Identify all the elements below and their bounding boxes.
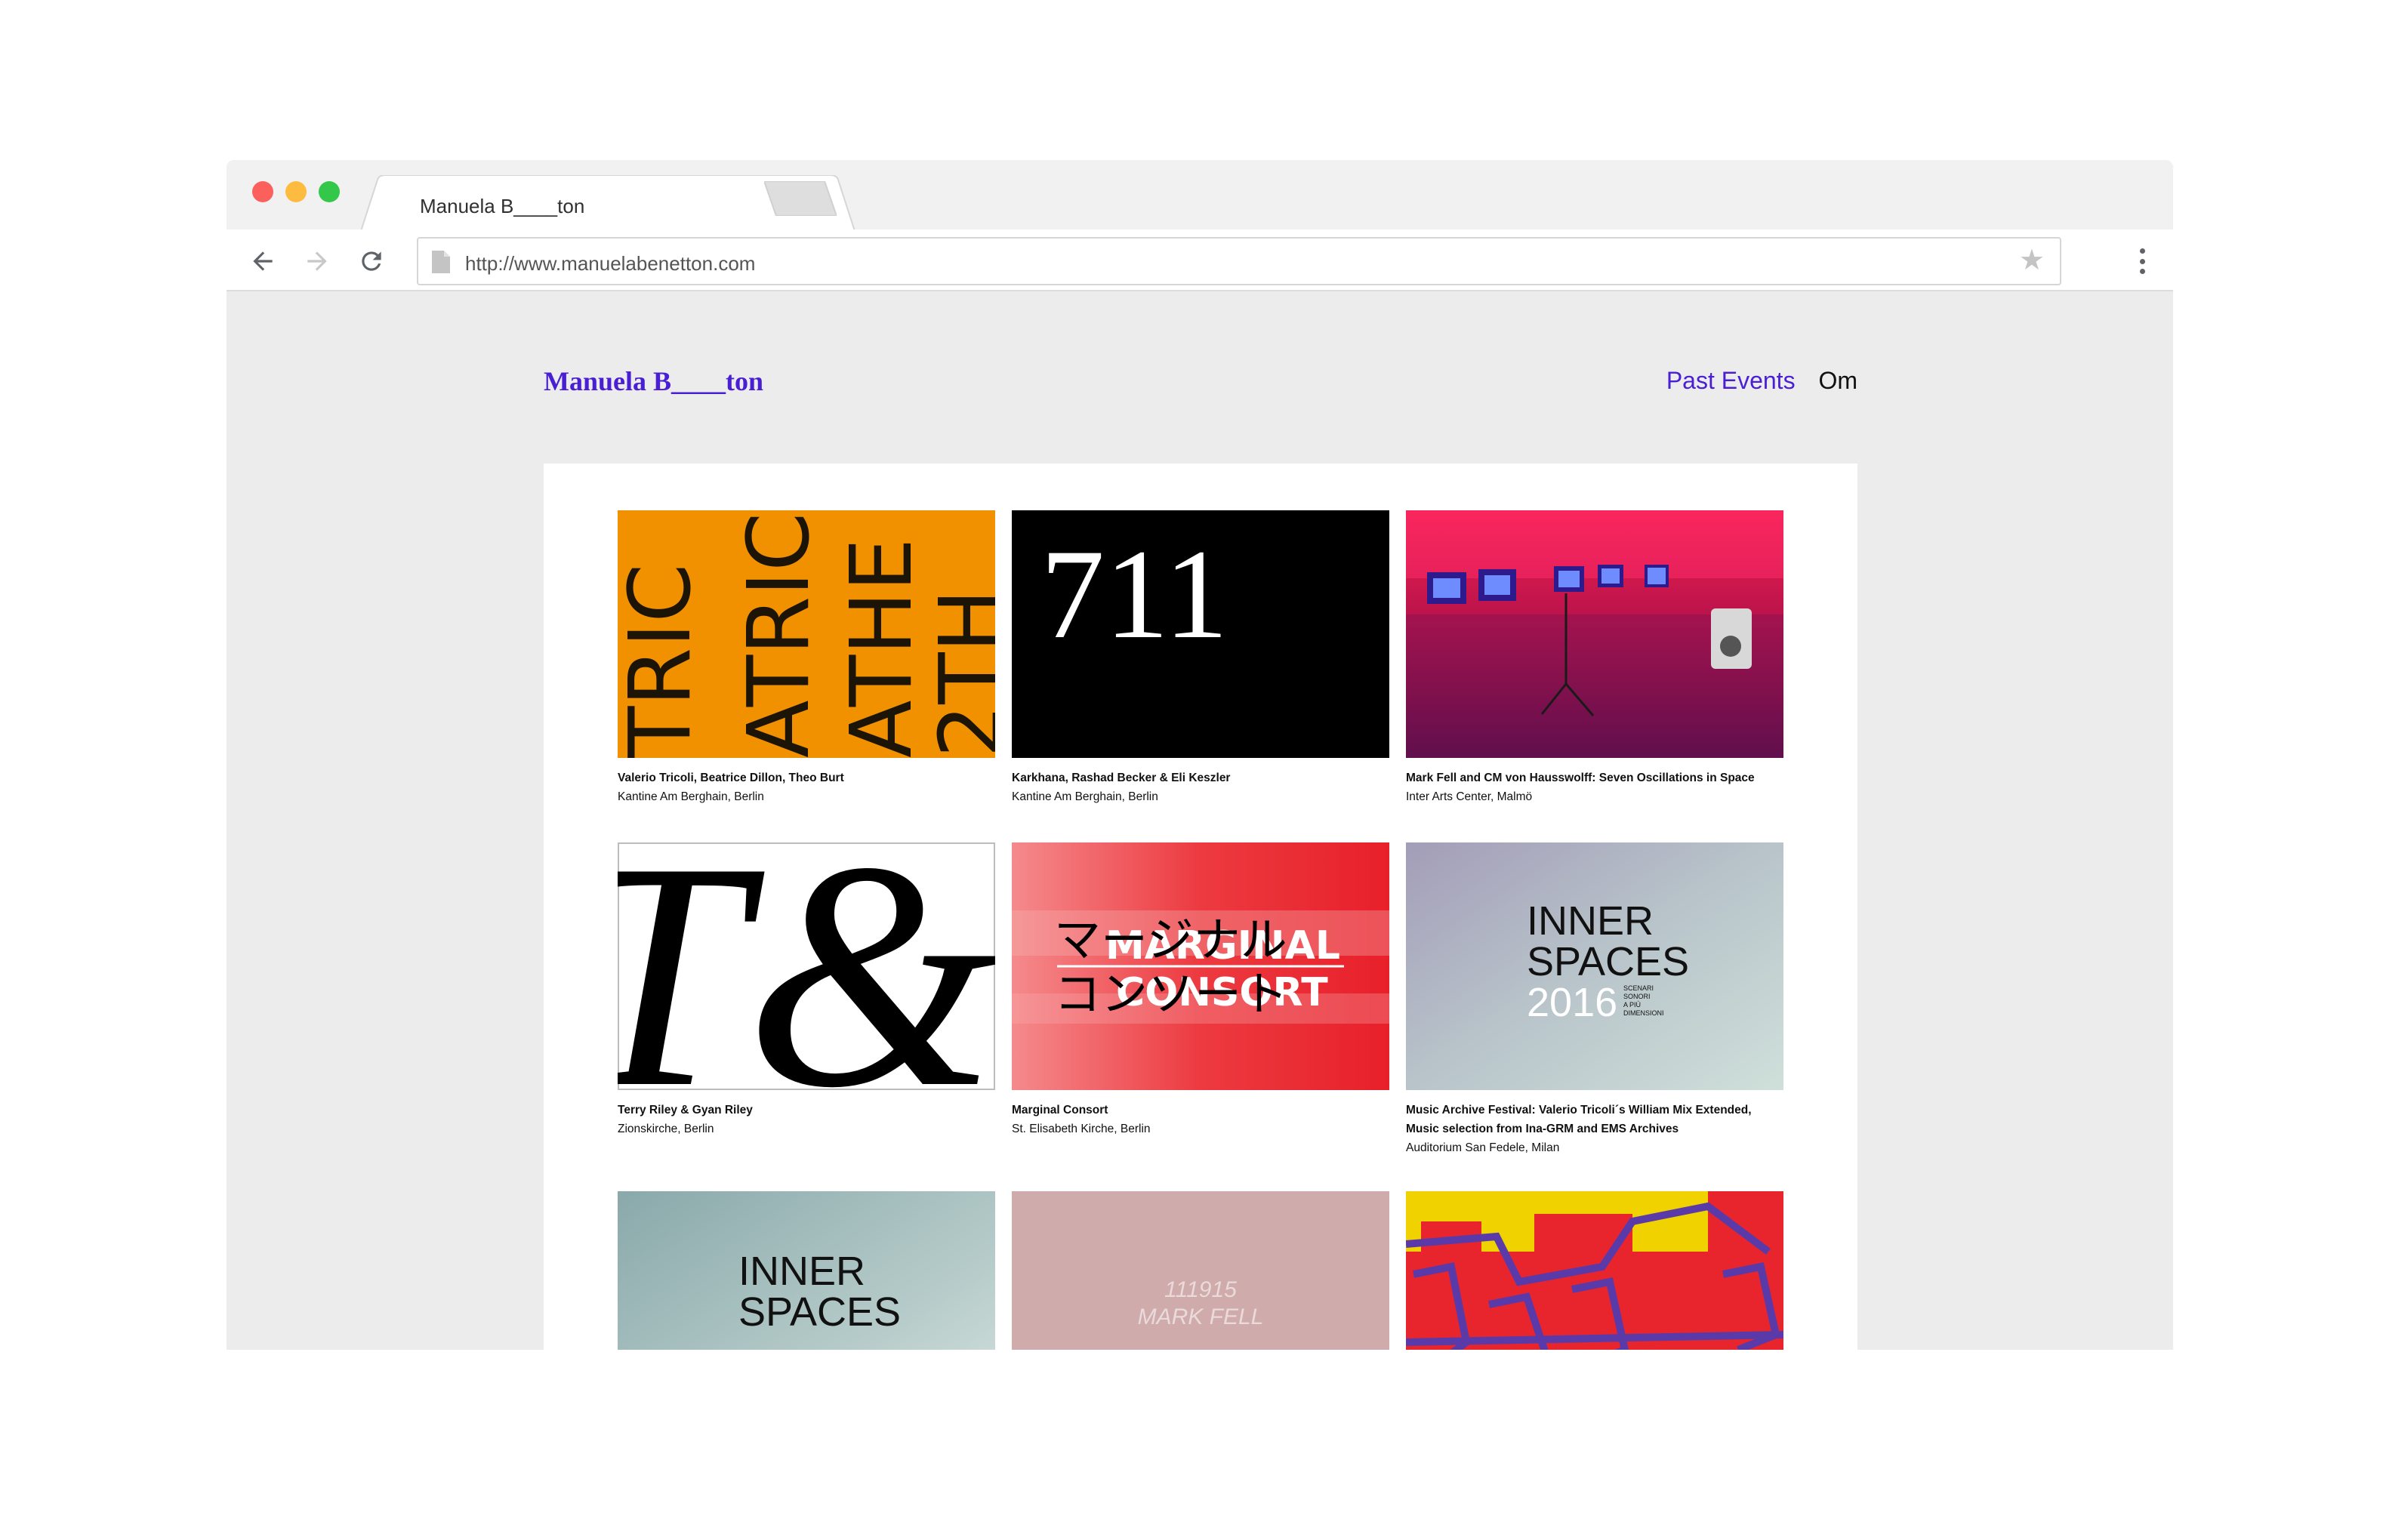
event-caption: Terry Riley & Gyan Riley Zionskirche, Be… <box>618 1101 995 1138</box>
arrow-right-icon <box>307 251 327 271</box>
tab-title: Manuela B____ton <box>420 195 585 217</box>
artwork-number: 711 <box>1040 523 1228 665</box>
close-window-button[interactable] <box>252 181 273 202</box>
event-card[interactable]: Mark Fell and CM von Hausswolff: Seven O… <box>1406 510 1783 806</box>
event-title[interactable]: Valerio Tricoli, Beatrice Dillon, Theo B… <box>618 768 995 787</box>
event-venue: Zionskirche, Berlin <box>618 1123 714 1135</box>
artwork-word: SPACES <box>738 1289 901 1335</box>
event-thumbnail[interactable] <box>1406 510 1783 758</box>
page-viewport: Manuela B____ton Past Events Om TRIC ATR… <box>227 293 2173 1350</box>
bookmark-star-icon[interactable]: ★ <box>2019 246 2045 275</box>
event-card[interactable]: INNER SPACES 2016 SCENARI SONORI A PIÙ D… <box>1406 842 1783 1157</box>
artwork-subtitle: SONORI <box>1623 993 1651 1000</box>
event-artwork: TRIC ATRIC ATHE 2TH <box>618 510 995 758</box>
event-thumbnail[interactable] <box>1406 1191 1783 1350</box>
artwork-word: 2TH <box>922 589 995 758</box>
artwork-japanese: マージナル <box>1054 912 1287 967</box>
event-caption: Valerio Tricoli, Beatrice Dillon, Theo B… <box>618 768 995 806</box>
event-card[interactable]: TRIC ATRIC ATHE 2TH Valerio Tricoli, Bea… <box>618 510 995 806</box>
event-artwork: INNER SPACES <box>618 1191 995 1350</box>
artwork-date: 111915 <box>1164 1277 1237 1302</box>
nav-past-events[interactable]: Past Events <box>1666 367 1796 394</box>
event-card[interactable]: 111915 MARK FELL <box>1012 1191 1389 1350</box>
artwork-name: MARK FELL <box>1138 1304 1264 1329</box>
event-artwork: 111915 MARK FELL <box>1012 1191 1389 1350</box>
event-venue: Kantine Am Berghain, Berlin <box>618 790 764 803</box>
event-caption: Mark Fell and CM von Hausswolff: Seven O… <box>1406 768 1783 806</box>
event-card[interactable] <box>1406 1191 1783 1350</box>
event-card[interactable]: T& Terry Riley & Gyan Riley Zionskirche,… <box>618 842 995 1138</box>
event-venue: Kantine Am Berghain, Berlin <box>1012 790 1158 803</box>
event-card[interactable]: INNER SPACES <box>618 1191 995 1350</box>
artwork-year: 2016 <box>1527 980 1617 1025</box>
event-thumbnail[interactable]: INNER SPACES 2016 SCENARI SONORI A PIÙ D… <box>1406 842 1783 1090</box>
event-card[interactable]: MARGINAL CONSORT マージナル コンソート Marginal Co… <box>1012 842 1389 1138</box>
event-artwork: 711 <box>1012 510 1389 758</box>
event-thumbnail[interactable]: TRIC ATRIC ATHE 2TH <box>618 510 995 758</box>
active-tab[interactable]: Manuela B____ton × <box>361 175 977 231</box>
event-thumbnail[interactable]: 111915 MARK FELL <box>1012 1191 1389 1350</box>
tab-strip: Manuela B____ton × <box>227 160 2173 231</box>
event-title[interactable]: Music Archive Festival: Valerio Tricoli´… <box>1406 1101 1783 1120</box>
browser-window: Manuela B____ton × http://www.manuelaben… <box>227 160 2173 1350</box>
site-nav: Past Events Om <box>1666 367 1857 395</box>
address-bar[interactable]: http://www.manuelabenetton.com ★ <box>417 237 2061 285</box>
artwork-word: ATHE <box>833 538 931 758</box>
event-thumbnail[interactable]: T& <box>618 842 995 1090</box>
event-photo <box>1406 510 1783 758</box>
event-title[interactable]: Mark Fell and CM von Hausswolff: Seven O… <box>1406 768 1783 787</box>
artwork-subtitle: SCENARI <box>1623 984 1654 992</box>
back-button[interactable] <box>246 245 279 278</box>
minimize-window-button[interactable] <box>285 181 307 202</box>
forward-button[interactable] <box>301 245 334 278</box>
reload-button[interactable] <box>355 245 388 278</box>
maximize-window-button[interactable] <box>319 181 340 202</box>
event-artwork: T& <box>618 842 995 1090</box>
artwork-word: INNER <box>1527 898 1654 944</box>
browser-toolbar: http://www.manuelabenetton.com ★ <box>227 229 2173 291</box>
arrow-left-icon <box>253 251 273 271</box>
event-caption: Karkhana, Rashad Becker & Eli Keszler Ka… <box>1012 768 1389 806</box>
event-artwork: INNER SPACES 2016 SCENARI SONORI A PIÙ D… <box>1406 842 1783 1090</box>
artwork-subtitle: DIMENSIONI <box>1623 1009 1664 1017</box>
event-card[interactable]: 711 Karkhana, Rashad Becker & Eli Keszle… <box>1012 510 1389 806</box>
artwork-word: SPACES <box>1527 939 1689 984</box>
event-thumbnail[interactable]: MARGINAL CONSORT マージナル コンソート <box>1012 842 1389 1090</box>
artwork-ampersand: T& <box>618 842 995 1090</box>
new-tab-button[interactable] <box>764 181 837 216</box>
artwork-subtitle: A PIÙ <box>1623 1001 1641 1009</box>
event-title[interactable]: Karkhana, Rashad Becker & Eli Keszler <box>1012 768 1389 787</box>
event-title[interactable]: Marginal Consort <box>1012 1101 1389 1120</box>
event-title[interactable]: Terry Riley & Gyan Riley <box>618 1101 995 1120</box>
site-logo[interactable]: Manuela B____ton <box>544 365 763 397</box>
event-venue: Auditorium San Fedele, Milan <box>1406 1141 1560 1154</box>
events-grid: TRIC ATRIC ATHE 2TH Valerio Tricoli, Bea… <box>544 464 1857 1350</box>
nav-om[interactable]: Om <box>1818 367 1857 394</box>
event-thumbnail[interactable]: INNER SPACES <box>618 1191 995 1350</box>
artwork-word: INNER <box>738 1249 865 1294</box>
browser-menu-icon[interactable] <box>2131 246 2153 276</box>
artwork-word: TRIC <box>618 564 710 758</box>
event-caption: Music Archive Festival: Valerio Tricoli´… <box>1406 1101 1783 1157</box>
event-thumbnail[interactable]: 711 <box>1012 510 1389 758</box>
event-artwork: MARGINAL CONSORT マージナル コンソート <box>1012 842 1389 1090</box>
event-artwork <box>1406 1191 1783 1350</box>
event-venue: St. Elisabeth Kirche, Berlin <box>1012 1123 1151 1135</box>
artwork-word: ATRIC <box>730 513 828 758</box>
event-venue: Inter Arts Center, Malmö <box>1406 790 1533 803</box>
artwork-japanese: コンソート <box>1054 966 1288 1021</box>
event-title-line2[interactable]: Music selection from Ina-GRM and EMS Arc… <box>1406 1120 1783 1138</box>
url-text: http://www.manuelabenetton.com <box>465 252 756 275</box>
page-icon <box>432 251 450 273</box>
reload-icon <box>362 251 381 271</box>
event-caption: Marginal Consort St. Elisabeth Kirche, B… <box>1012 1101 1389 1138</box>
